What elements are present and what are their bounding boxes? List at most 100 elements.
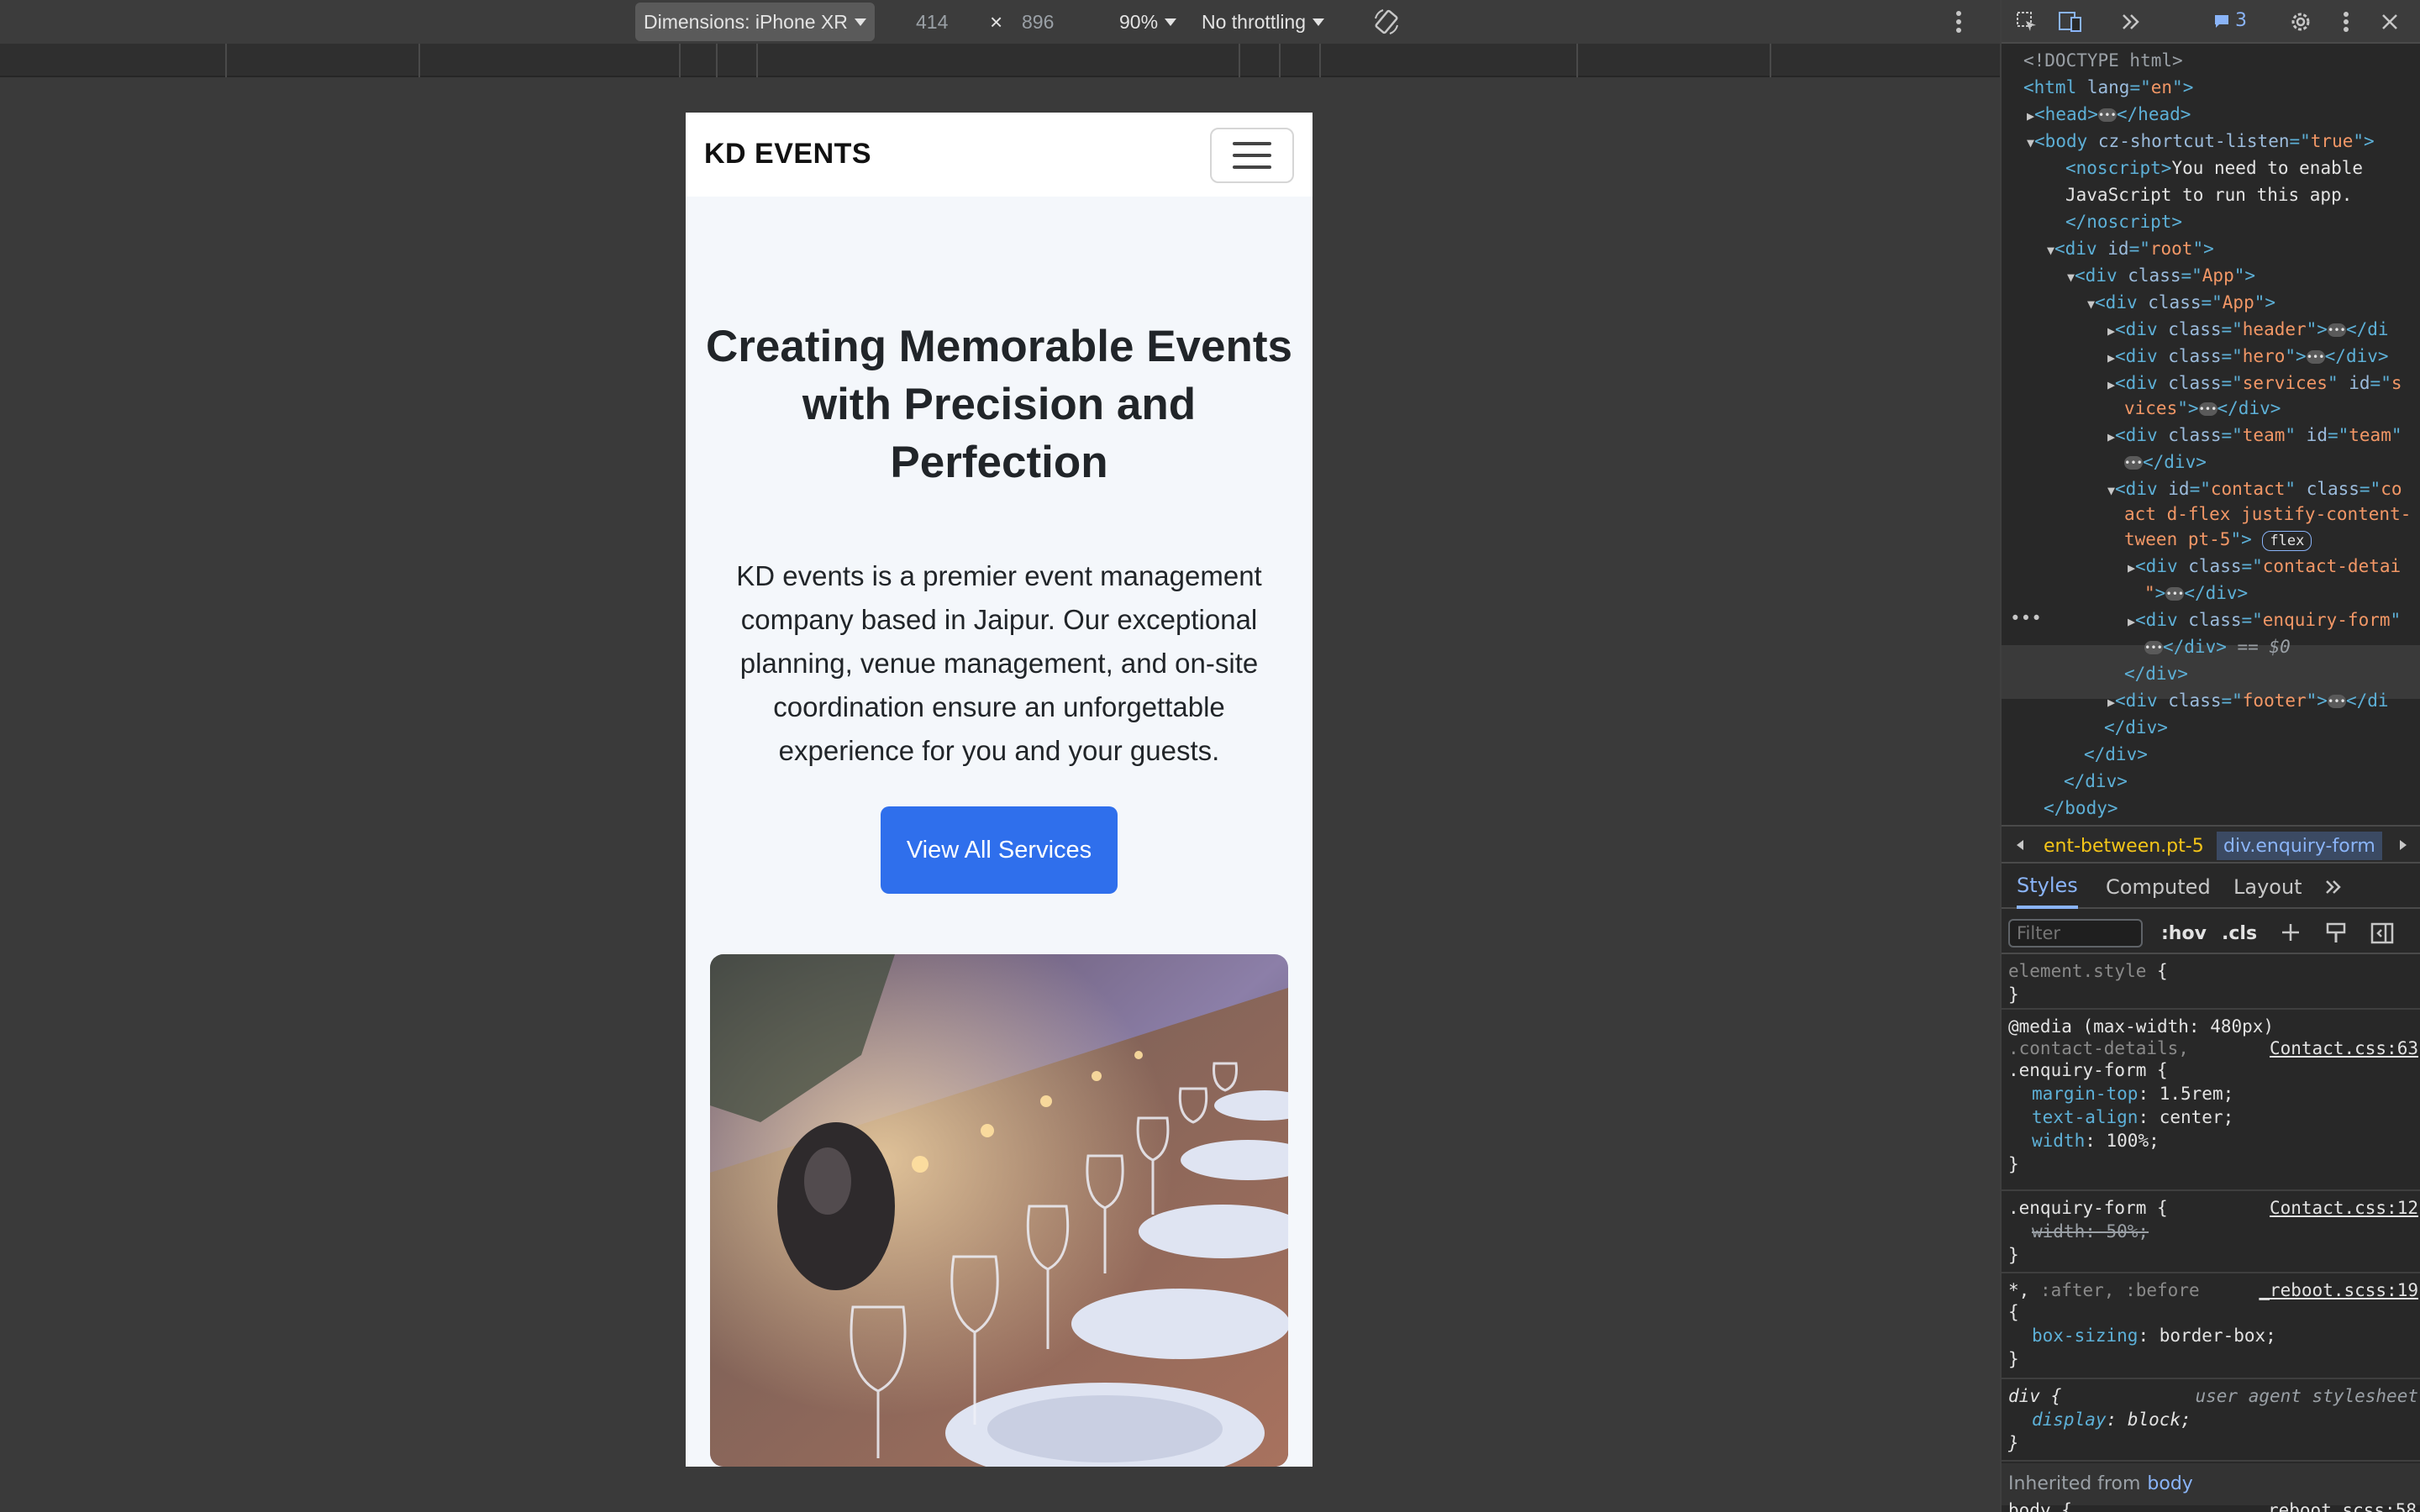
inherited-body-link[interactable]: body: [2147, 1473, 2192, 1496]
styles-filter-input[interactable]: [2008, 919, 2143, 948]
issues-badge[interactable]: 3: [2213, 10, 2247, 31]
chevron-left-icon[interactable]: [2008, 833, 2032, 857]
throttling-value: No throttling: [1202, 10, 1307, 33]
dom-node-services[interactable]: ▶<div class="services" id="s: [2107, 370, 2402, 398]
rule-media-enquiry-form[interactable]: @media (max-width: 480px) .contact-detai…: [2002, 1011, 2420, 1191]
ruler-tick: [1319, 44, 1321, 77]
chevron-down-icon: [854, 18, 866, 26]
prop-name: box-sizing: [2032, 1326, 2139, 1346]
dom-node-body[interactable]: ▼<body cz-shortcut-listen="true">: [2027, 128, 2375, 156]
device-dimensions-select[interactable]: Dimensions: iPhone XR: [635, 3, 875, 41]
devtools-menu-button[interactable]: [2333, 8, 2360, 35]
rule4-prop[interactable]: display: block;: [2032, 1408, 2191, 1431]
plus-icon[interactable]: [2279, 921, 2304, 946]
dom-node-head[interactable]: ▶<head>•••</head>: [2027, 101, 2191, 129]
chevron-double-right-icon[interactable]: [2323, 875, 2346, 899]
dom-node-contact-details[interactable]: ▶<div class="contact-detai: [2128, 553, 2401, 581]
elements-dom-tree: <!DOCTYPE html> <html lang="en"> ▶<head>…: [2002, 47, 2420, 823]
ellipsis-icon: •••: [2010, 608, 2042, 628]
dom-node-app-outer[interactable]: ▼<div class="App">: [2067, 262, 2255, 291]
contact-class-wrap-1: act d-flex justify-content-: [2124, 504, 2412, 524]
dom-node-hero[interactable]: ▶<div class="hero">•••</div>: [2107, 343, 2389, 371]
dom-node-html[interactable]: <html lang="en">: [2023, 74, 2193, 101]
zoom-select[interactable]: 90%: [1119, 0, 1177, 44]
settings-button[interactable]: [2287, 8, 2314, 35]
tab-layout[interactable]: Layout: [2233, 865, 2302, 909]
dom-node-noscript[interactable]: <noscript>You need to enable: [2065, 155, 2363, 181]
rule-body[interactable]: body { reboot.scss:58: [2008, 1499, 2420, 1512]
root-id-value: root: [2149, 239, 2193, 259]
devtools-toolbar: 3: [2002, 0, 2420, 44]
close-devtools-button[interactable]: [2376, 8, 2403, 35]
rule-div-display[interactable]: div { user agent stylesheet display: blo…: [2002, 1381, 2420, 1462]
prop-value: center;: [2159, 1107, 2234, 1127]
dom-node-footer[interactable]: ▶<div class="footer">•••</di: [2107, 687, 2389, 716]
noscript-text-2: JavaScript to run this app.: [2065, 185, 2353, 205]
rotate-button[interactable]: [1371, 0, 1402, 44]
services-id-fragment: s: [2391, 373, 2402, 393]
rule1-source-link[interactable]: Contact.css:63: [2270, 1037, 2418, 1060]
dom-node-doctype[interactable]: <!DOCTYPE html>: [2023, 47, 2183, 74]
hamburger-icon-bar: [1233, 165, 1271, 169]
app-class-value: App: [2222, 292, 2254, 312]
zoom-value: 90%: [1119, 10, 1159, 33]
rule-element-style[interactable]: element.style { }: [2002, 956, 2420, 1010]
class-toggle-button[interactable]: .cls: [2222, 919, 2257, 948]
rule2-overridden-prop[interactable]: width: 50%;: [2032, 1220, 2149, 1243]
more-options-button[interactable]: [1954, 0, 1963, 44]
view-all-services-button[interactable]: View All Services: [881, 806, 1118, 894]
dom-node-root[interactable]: ▼<div id="root">: [2047, 235, 2214, 264]
rule-enquiry-form[interactable]: .enquiry-form { Contact.css:12 width: 50…: [2002, 1193, 2420, 1273]
dom-node-contact[interactable]: ▼<div id="contact" class="co: [2107, 475, 2402, 504]
dom-node-app-inner[interactable]: ▼<div class="App">: [2087, 289, 2275, 318]
navbar-toggle-button[interactable]: [1210, 128, 1294, 183]
ruler-tick: [225, 44, 227, 77]
paint-brush-icon[interactable]: [2324, 921, 2349, 946]
dom-node-header[interactable]: ▶<div class="header">•••</di: [2107, 316, 2389, 344]
dimensions-separator: ×: [990, 0, 1002, 44]
dom-node-team[interactable]: ▶<div class="team" id="team": [2107, 422, 2402, 450]
ruler-tick: [1576, 44, 1578, 77]
inspect-element-button[interactable]: [2013, 8, 2040, 35]
chevron-right-icon[interactable]: [2391, 833, 2415, 857]
rule1-prop-0[interactable]: margin-top: 1.5rem;: [2032, 1082, 2233, 1105]
dom-node-enquiry-form[interactable]: ▶<div class="enquiry-form": [2128, 606, 2401, 635]
ruler-tick: [1279, 44, 1281, 77]
gear-icon: [2291, 13, 2310, 31]
dom-node-actions-icon[interactable]: •••: [2010, 605, 2042, 632]
rule1-prop-1[interactable]: text-align: center;: [2032, 1105, 2233, 1129]
dom-node-app-outer-close: </div>: [2084, 744, 2148, 764]
device-mode-icon: [2059, 12, 2081, 32]
breadcrumb-enquiry-form[interactable]: div.enquiry-form: [2217, 832, 2382, 860]
rule-universal-box-sizing[interactable]: *, :after, :before _reboot.scss:19 { box…: [2002, 1275, 2420, 1379]
more-panels-button[interactable]: [2118, 8, 2144, 35]
tab-styles[interactable]: Styles: [2017, 865, 2078, 909]
close-icon: [2382, 14, 2397, 29]
rule3-prop[interactable]: box-sizing: border-box;: [2032, 1324, 2276, 1347]
hamburger-icon-bar: [1233, 154, 1271, 157]
rule3-source-link[interactable]: _reboot.scss:19: [2259, 1278, 2418, 1302]
rule5-source-link[interactable]: reboot.scss:58: [2268, 1499, 2417, 1512]
rule4-source: user agent stylesheet: [2195, 1386, 2418, 1406]
hero-class-value: hero: [2242, 346, 2286, 366]
hover-state-button[interactable]: :hov: [2161, 919, 2207, 948]
ruler-tick: [1239, 44, 1240, 77]
contact-details-class-value: contact-detai: [2262, 556, 2402, 576]
contact-class-wrap-2: tween pt-5: [2124, 529, 2231, 549]
rule1-prop-2[interactable]: width: 100%;: [2032, 1129, 2160, 1152]
flex-badge[interactable]: flex: [2262, 531, 2312, 551]
throttling-select[interactable]: No throttling: [1202, 0, 1325, 44]
device-height-input[interactable]: 896: [1022, 0, 1054, 44]
dom-node-services-wrap: vices">•••</div>: [2124, 398, 2281, 418]
inspect-icon: [2017, 12, 2036, 31]
sidebar-toggle-icon[interactable]: [2370, 921, 2395, 946]
device-width-input[interactable]: 414: [916, 0, 948, 44]
dom-node-body-close: </body>: [2044, 798, 2118, 818]
banquet-table-photo: [710, 954, 1288, 1467]
tab-computed[interactable]: Computed: [2106, 865, 2211, 909]
site-brand[interactable]: KD EVENTS: [704, 138, 871, 171]
rule2-source-link[interactable]: Contact.css:12: [2270, 1196, 2418, 1220]
device-toolbar-toggle[interactable]: [2057, 8, 2084, 35]
prop-name: display: [2032, 1410, 2107, 1430]
breadcrumb-contact[interactable]: ent-between.pt-5: [2037, 832, 2211, 860]
